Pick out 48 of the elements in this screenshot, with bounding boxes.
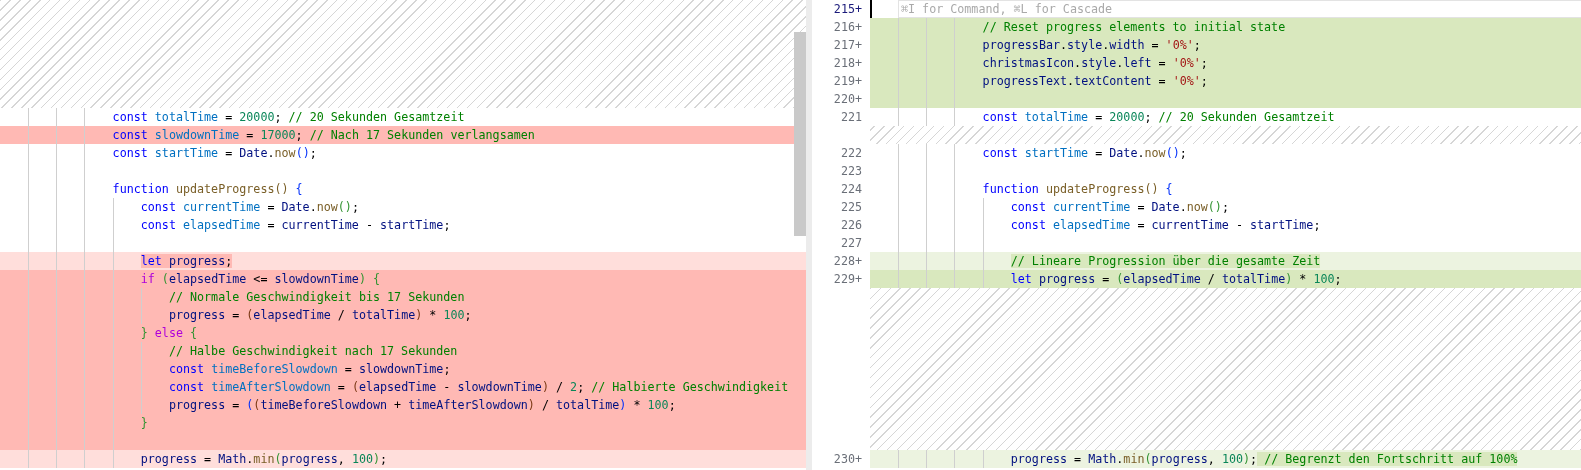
command-input[interactable]: ⌘I for Command, ⌘L for Cascade: [898, 0, 1581, 18]
line-number: 223: [840, 164, 862, 178]
code-text: const currentTime = Date.now();: [140, 199, 359, 216]
code-text: const slowdownTime = 17000; // Nach 17 Sekunden verlangsamen: [112, 127, 535, 144]
code-text: // Halbe Geschwindigkeit nach 17 Sekunden: [168, 343, 458, 360]
code-text: const currentTime = Date.now();: [1010, 199, 1229, 216]
line-number: 227: [840, 236, 862, 250]
code-text: progressText.textContent = '0%';: [982, 73, 1208, 90]
line-number: 230+: [833, 452, 862, 466]
line-number: 218+: [833, 56, 862, 70]
line-number: 229+: [833, 272, 862, 286]
code-text: // Normale Geschwindigkeit bis 17 Sekunden: [168, 289, 465, 306]
code-text: const totalTime = 20000; // 20 Sekunden Gesamtzeit: [982, 109, 1335, 126]
code-text: const elapsedTime = currentTime - startTime;: [140, 217, 451, 234]
line-number: 220+: [833, 92, 862, 106]
code-text: } else {: [140, 325, 198, 342]
line-number: 226: [840, 218, 862, 232]
code-text: let progress;: [140, 253, 233, 270]
line-number: 219+: [833, 74, 862, 88]
code-text: // Lineare Progression über die gesamte Zeit: [1010, 253, 1321, 270]
line-number: 228+: [833, 254, 862, 268]
code-text: const startTime = Date.now();: [982, 145, 1187, 162]
line-number: 216+: [833, 20, 862, 34]
line-number: 224: [840, 182, 862, 196]
line-number: 221: [840, 110, 862, 124]
code-text: // Reset progress elements to initial state: [982, 19, 1286, 36]
line-number: 225: [840, 200, 862, 214]
code-text: const elapsedTime = currentTime - startTime;: [1010, 217, 1321, 234]
line-number: 217+: [833, 38, 862, 52]
code-text: progress = ((timeBeforeSlowdown + timeAfterSlowdown) / totalTime) * 100;: [168, 397, 676, 414]
code-text: let progress = (elapsedTime / totalTime) * 100;: [1010, 271, 1342, 288]
code-text: const startTime = Date.now();: [112, 145, 317, 162]
line-number: 215+: [833, 2, 862, 16]
code-text: progress = (elapsedTime / totalTime) * 100;: [168, 307, 472, 324]
code-text: progress = Math.min(progress, 100); // Begrenzt den Fortschritt auf 100%: [1010, 451, 1518, 468]
code-text: const totalTime = 20000; // 20 Sekunden Gesamtzeit: [112, 109, 465, 126]
text-cursor: [870, 0, 872, 18]
scrollbar-thumb[interactable]: [794, 32, 806, 236]
code-text: if (elapsedTime <= slowdownTime) {: [140, 271, 381, 288]
line-number: 222: [840, 146, 862, 160]
code-text: progressBar.style.width = '0%';: [982, 37, 1201, 54]
code-text: const timeAfterSlowdown = (elapsedTime - slowdownTime) / 2; // Halbierte Geschwindigkeit: [168, 379, 789, 396]
code-text: function updateProgress() {: [982, 181, 1173, 198]
code-text: christmasIcon.style.left = '0%';: [982, 55, 1208, 72]
code-text: progress = Math.min(progress, 100);: [140, 451, 388, 468]
code-text: }: [140, 415, 148, 432]
code-text: const timeBeforeSlowdown = slowdownTime;: [168, 361, 451, 378]
code-text: function updateProgress() {: [112, 181, 303, 198]
